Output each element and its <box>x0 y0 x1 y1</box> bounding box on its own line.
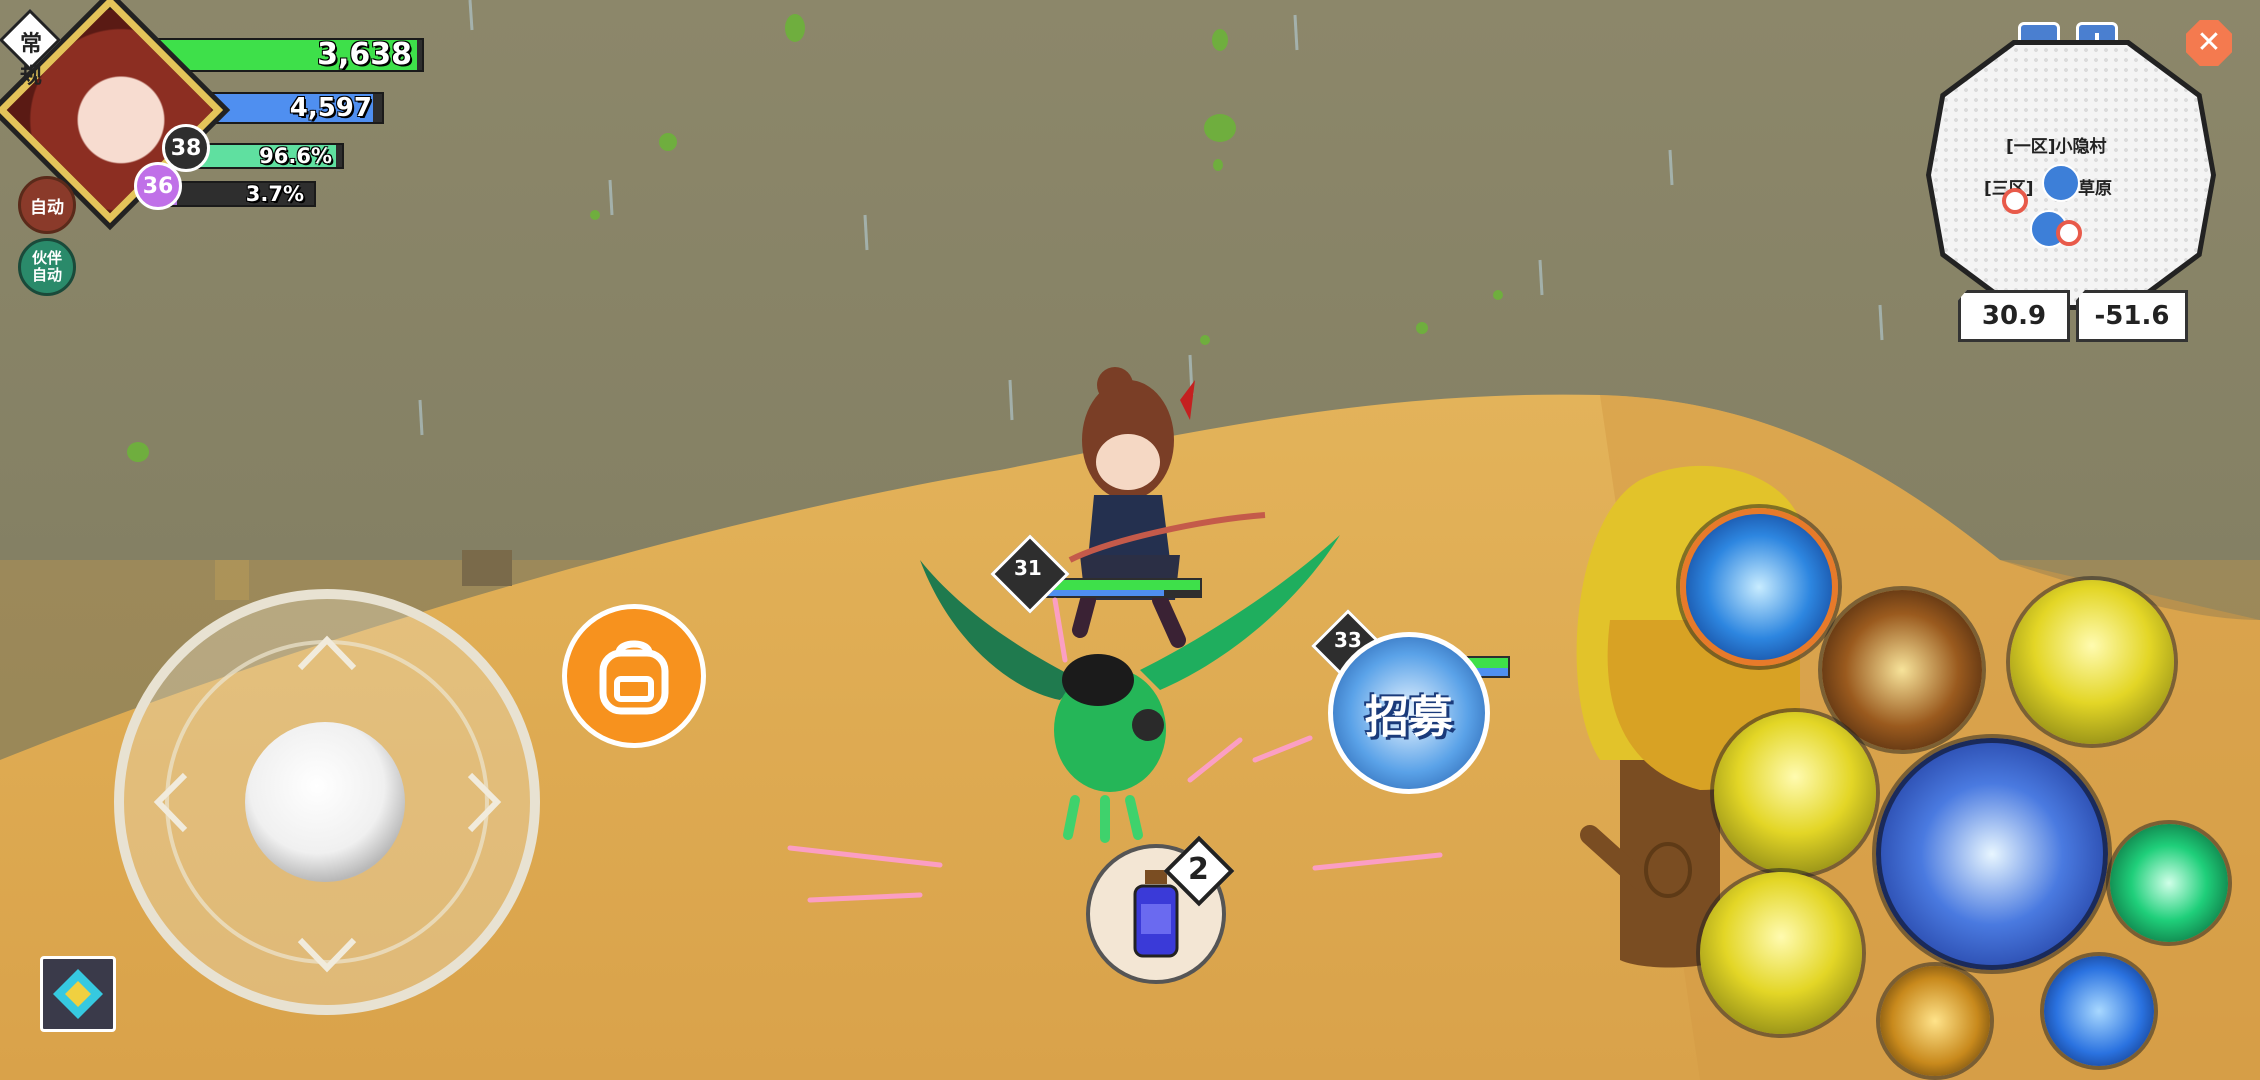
recruit-button[interactable]: 招募 <box>1328 632 1490 794</box>
skill-target-lock[interactable] <box>2110 824 2228 942</box>
pet-level: 36 <box>142 173 174 199</box>
skill-rock-burst[interactable] <box>1822 590 1982 750</box>
skill-yellow-beam-1[interactable] <box>2010 580 2174 744</box>
enemy1-level: 31 <box>1014 556 1042 580</box>
pet-level-badge: 36 <box>134 162 182 210</box>
mode-label: 常规 <box>19 32 42 89</box>
joystick-knob <box>245 722 405 882</box>
auto-battle-button[interactable]: 自动 <box>18 176 76 234</box>
auto-battle-label: 自动 <box>30 197 64 218</box>
pet-exp-value: 3.7% <box>245 182 304 206</box>
virtual-joystick <box>114 589 540 1015</box>
backpack-icon <box>599 640 669 715</box>
hp-bar: 3,638 <box>150 38 424 72</box>
partner-auto-button[interactable]: 伙伴 自动 <box>18 238 76 296</box>
exp-value: 96.6% <box>259 144 332 168</box>
skill-lightning-arrow[interactable] <box>1680 508 1838 666</box>
diamond-menu-icon <box>53 969 103 1019</box>
skill-sprint[interactable] <box>1880 966 1990 1076</box>
coord-y: -51.6 <box>2094 301 2170 331</box>
minimap[interactable]: [一区]小隐村 [三区] 草原 <box>1926 40 2216 310</box>
player-marker-icon <box>2042 164 2080 202</box>
hp-value: 3,638 <box>317 38 412 72</box>
recruit-label: 招募 <box>1365 692 1453 743</box>
mp-value: 4,597 <box>289 93 372 123</box>
partner-auto-label: 伙伴 自动 <box>31 249 62 284</box>
pet-exp-bar: 3.7% <box>170 181 316 207</box>
minimap-zone-b-suffix: 草原 <box>2078 179 2112 199</box>
menu-toggle-button[interactable] <box>40 956 116 1032</box>
minimap-zone-a: [一区]小隐村 <box>2006 137 2107 157</box>
skill-ice-slash[interactable] <box>1876 738 2108 970</box>
player-hud: 3,638 4,597 96.6% 3.7% 常规 38 36 自动 伙伴 自动 <box>0 0 440 300</box>
coord-x-box: 30.9 <box>1958 290 2070 342</box>
coord-x: 30.9 <box>1981 301 2047 331</box>
skill-dash[interactable] <box>2044 956 2154 1066</box>
enemy-marker-icon <box>2002 188 2028 214</box>
rock <box>462 550 512 586</box>
enemy-marker-icon <box>2056 220 2082 246</box>
backpack-button[interactable] <box>562 604 706 748</box>
player-level: 38 <box>170 135 202 161</box>
potion-count: 2 <box>1188 852 1209 887</box>
skill-yellow-beam-3[interactable] <box>1700 872 1862 1034</box>
coord-y-box: -51.6 <box>2076 290 2188 342</box>
enemy2-level: 33 <box>1334 628 1362 652</box>
skill-yellow-beam-2[interactable] <box>1714 712 1876 874</box>
